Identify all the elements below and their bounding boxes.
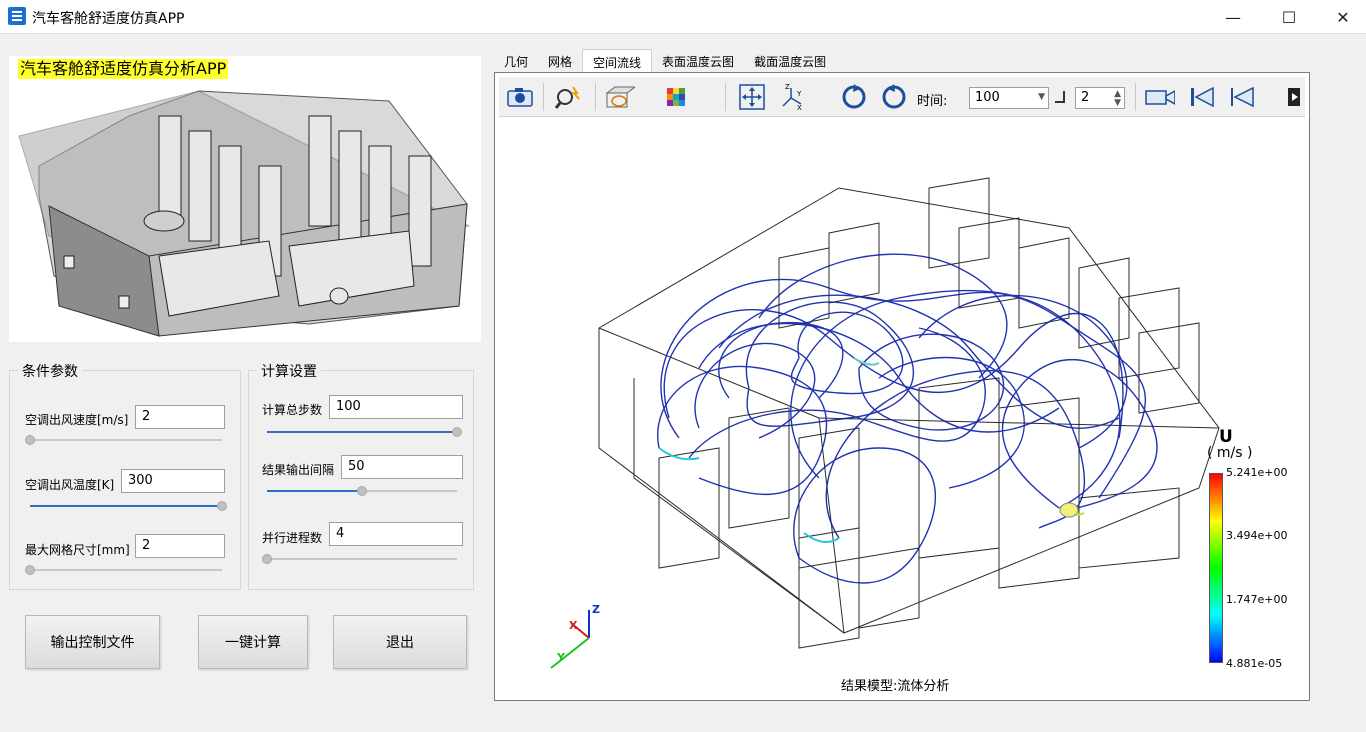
time-select-value: 100 [975,90,1000,105]
tab-surface-temperature[interactable]: 表面温度云图 [652,49,744,72]
parallel-procs-slider[interactable] [262,553,457,565]
total-steps-label: 计算总步数 [262,403,323,417]
svg-text:Y: Y [796,90,802,98]
axis-x-label: X [569,619,578,632]
tab-geometry[interactable]: 几何 [494,49,538,72]
output-interval-label: 结果输出间隔 [262,463,335,477]
tab-section-temperature[interactable]: 截面温度云图 [744,49,836,72]
legend-variable: U [1219,427,1233,447]
spin-down-icon[interactable]: ▼ [1114,98,1121,108]
exit-button[interactable]: 退出 [333,615,467,669]
maximize-button[interactable]: ☐ [1266,0,1312,34]
streamline [858,333,1005,431]
conditions-group: 条件参数 空调出风速度[m/s] 2 空调出风温度[K] 300 最大网格尺寸[… [9,361,241,590]
title-bar: 汽车客舱舒适度仿真APP — ☐ ✕ [0,0,1366,34]
tab-streamlines[interactable]: 空间流线 [582,49,653,72]
window-title: 汽车客舱舒适度仿真APP [32,11,185,27]
close-button[interactable]: ✕ [1320,0,1366,34]
mesh-size-input[interactable]: 2 [135,534,225,558]
legend-tick-max: 5.241e+00 [1226,466,1288,479]
viewer-toolbar: ZYX 时间: 100 ▼ 2 ▲ ▼ [499,77,1305,117]
air-outlet [1059,502,1079,518]
streamline [1001,359,1158,511]
conditions-group-title: 条件参数 [18,361,82,381]
streamline [657,365,828,496]
time-label: 时间: [917,94,948,109]
axis-y-label: Y [556,651,566,664]
streamline-scene[interactable]: Z X Y [499,118,1305,688]
output-interval-input[interactable]: 50 [341,455,463,479]
fit-view-icon[interactable] [737,83,767,111]
step-spinbox-value: 2 [1081,90,1090,105]
step-spinbox[interactable]: 2 ▲ ▼ [1075,87,1125,109]
result-model-caption: 结果模型:流体分析 [841,679,950,694]
legend-unit: ( m/s ) [1207,445,1253,461]
streamline [663,309,1124,439]
velocity-colorbar [1209,473,1223,663]
streamline [825,370,1086,539]
result-viewer[interactable]: ZYX 时间: 100 ▼ 2 ▲ ▼ Z X Y U (m/s) 5.24… [494,72,1310,701]
total-steps-input[interactable]: 100 [329,395,463,419]
tab-mesh[interactable]: 网格 [538,49,582,72]
air-temp-slider[interactable] [30,500,227,512]
corner-icon [1055,91,1065,103]
legend-tick-2: 3.494e+00 [1226,529,1288,542]
colormap-icon[interactable] [665,83,695,111]
axis-z-label: Z [592,603,600,616]
total-steps-slider[interactable] [267,426,462,438]
result-tabs: 几何 网格 空间流线 表面温度云图 截面温度云图 [494,49,836,72]
mesh-size-slider[interactable] [25,564,222,576]
streamline [694,342,816,439]
plane-icon[interactable] [605,83,635,111]
search-icon[interactable] [553,83,583,111]
chevron-down-icon: ▼ [1038,92,1045,102]
streamline [660,278,1147,499]
app-heading: 汽车客舱舒适度仿真分析APP [18,59,229,79]
legend-tick-3: 1.747e+00 [1226,593,1288,606]
time-select[interactable]: 100 ▼ [969,87,1049,109]
streamline [793,447,937,584]
rotate-left-icon[interactable] [839,83,869,111]
parallel-procs-label: 并行进程数 [262,531,323,545]
air-speed-slider[interactable] [25,434,222,446]
mesh-size-label: 最大网格尺寸[mm] [25,543,130,557]
compute-group-title: 计算设置 [257,361,321,381]
air-speed-label: 空调出风速度[m/s] [25,413,129,427]
svg-text:X: X [797,104,802,110]
svg-text:Z: Z [785,84,790,91]
first-frame-icon[interactable] [1187,83,1217,111]
air-speed-input[interactable]: 2 [135,405,225,429]
air-temp-input[interactable]: 300 [121,469,225,493]
one-click-compute-button[interactable]: 一键计算 [198,615,308,669]
minimize-button[interactable]: — [1210,0,1256,34]
legend-tick-min: 4.881e-05 [1226,657,1283,670]
app-icon [8,7,26,25]
next-frame-icon[interactable] [1285,83,1305,111]
rotate-right-icon[interactable] [879,83,909,111]
air-temp-label: 空调出风温度[K] [25,478,115,492]
video-icon[interactable] [1145,83,1175,111]
axis-triad: Z X Y [550,603,600,669]
output-interval-slider[interactable] [267,485,457,497]
cabin-preview: 汽车客舱舒适度仿真分析APP [9,56,481,342]
axes-icon[interactable]: ZYX [781,83,811,111]
export-control-file-button[interactable]: 输出控制文件 [25,615,160,669]
prev-frame-icon[interactable] [1227,83,1257,111]
compute-group: 计算设置 计算总步数 100 结果输出间隔 50 并行进程数 4 [248,361,474,590]
cabin-geometry-image [18,90,471,337]
camera-icon[interactable] [505,83,535,111]
parallel-procs-input[interactable]: 4 [329,522,463,546]
